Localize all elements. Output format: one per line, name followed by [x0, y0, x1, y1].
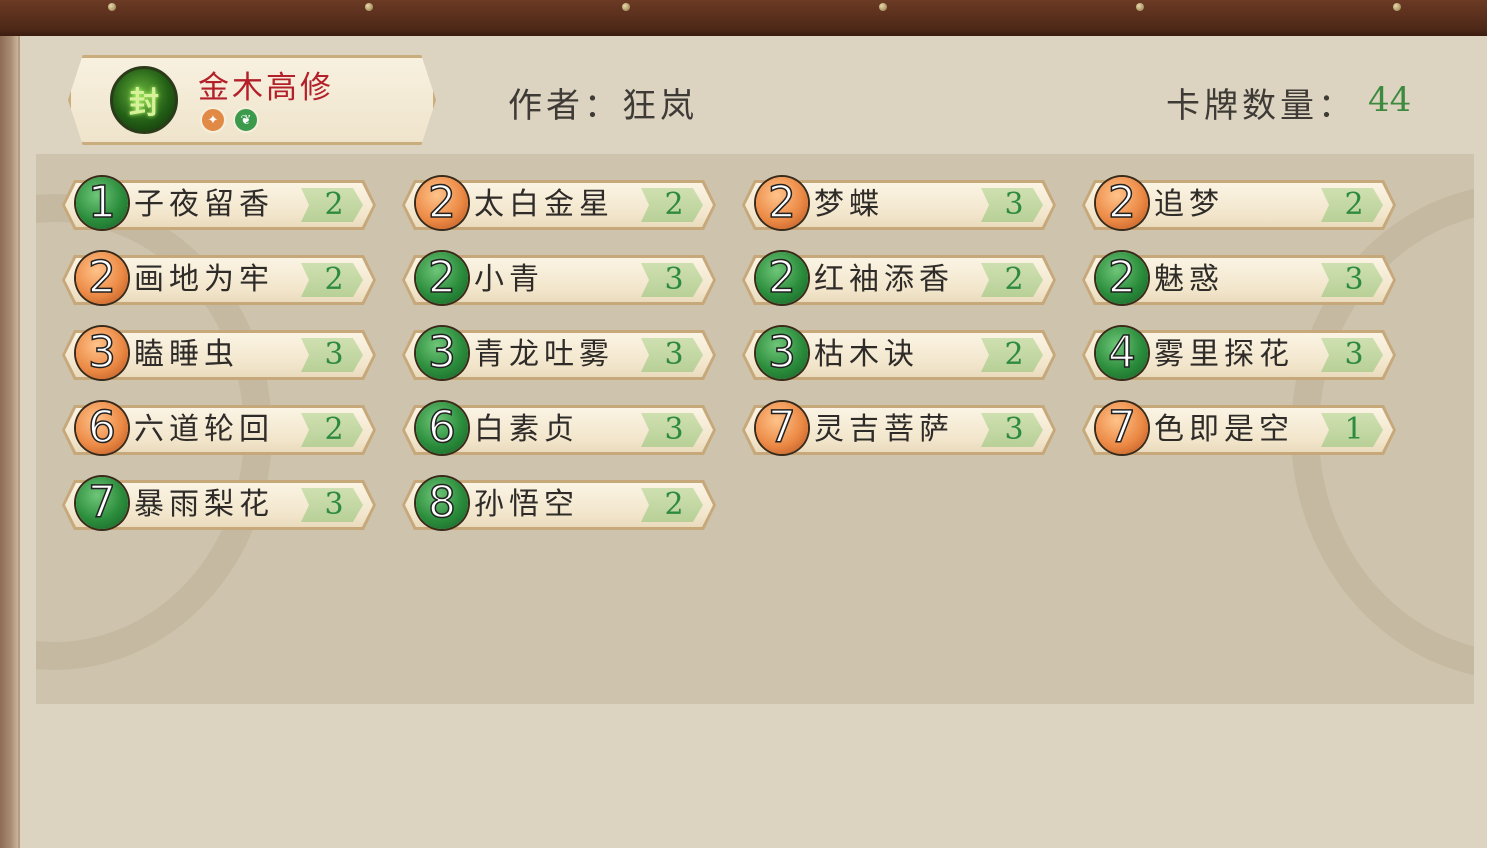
- card-cost-icon: 2: [1096, 252, 1148, 304]
- wood-element-icon: ❦: [233, 107, 259, 133]
- card-cost-icon: 7: [76, 477, 128, 529]
- rivet-icon: [1136, 3, 1144, 11]
- card-entry[interactable]: 1 色即是空 7: [1082, 402, 1396, 455]
- card-cost-icon: 8: [416, 477, 468, 529]
- card-entry[interactable]: 2 六道轮回 6: [62, 402, 376, 455]
- card-copies: 3: [324, 337, 344, 372]
- card-copies: 2: [324, 412, 344, 447]
- card-entry[interactable]: 2 画地为牢 2: [62, 252, 376, 305]
- card-copies: 3: [664, 262, 684, 297]
- card-name: 暴雨梨花: [134, 487, 274, 522]
- card-count-label: 卡牌数量：: [1166, 86, 1356, 126]
- card-name: 孙悟空: [474, 487, 579, 522]
- rivet-icon: [365, 3, 373, 11]
- card-copies: 2: [664, 187, 684, 222]
- deck-author: 作者：狂岚: [508, 86, 698, 126]
- card-cost-icon: 2: [756, 177, 808, 229]
- card-cost-icon: 2: [416, 252, 468, 304]
- card-entry[interactable]: 2 孙悟空 8: [402, 477, 716, 530]
- rivet-icon: [879, 3, 887, 11]
- card-name: 画地为牢: [134, 262, 274, 297]
- card-name: 白素贞: [474, 412, 579, 447]
- card-copies: 2: [664, 487, 684, 522]
- card-cost-icon: 7: [1096, 402, 1148, 454]
- card-name: 太白金星: [474, 187, 614, 222]
- card-name: 灵吉菩萨: [814, 412, 954, 447]
- card-copies: 3: [1344, 262, 1364, 297]
- card-copies: 3: [324, 487, 344, 522]
- card-name: 六道轮回: [134, 412, 274, 447]
- card-entry[interactable]: 2 追梦 2: [1082, 177, 1396, 230]
- card-count-value: 44: [1368, 80, 1412, 120]
- card-name: 小青: [474, 262, 544, 297]
- card-entry[interactable]: 3 白素贞 6: [402, 402, 716, 455]
- card-cost-icon: 3: [76, 327, 128, 379]
- card-cost-icon: 2: [1096, 177, 1148, 229]
- card-cost-icon: 2: [416, 177, 468, 229]
- card-copies: 1: [1344, 412, 1364, 447]
- card-copies: 2: [1344, 187, 1364, 222]
- card-cost-icon: 7: [756, 402, 808, 454]
- card-cost-icon: 2: [76, 252, 128, 304]
- card-cost-icon: 3: [756, 327, 808, 379]
- card-entry[interactable]: 2 枯木诀 3: [742, 327, 1056, 380]
- card-copies: 3: [1004, 187, 1024, 222]
- card-name: 红袖添香: [814, 262, 954, 297]
- card-copies: 3: [664, 337, 684, 372]
- card-copies: 3: [1004, 412, 1024, 447]
- card-cost-icon: 4: [1096, 327, 1148, 379]
- top-wooden-bar: [0, 0, 1487, 39]
- card-copies: 2: [324, 262, 344, 297]
- rivet-icon: [108, 3, 116, 11]
- card-entry[interactable]: 3 青龙吐雾 3: [402, 327, 716, 380]
- card-cost-icon: 6: [416, 402, 468, 454]
- card-entry[interactable]: 3 瞌睡虫 3: [62, 327, 376, 380]
- card-entry[interactable]: 2 红袖添香 2: [742, 252, 1056, 305]
- card-entry[interactable]: 3 梦蝶 2: [742, 177, 1056, 230]
- card-cost-icon: 3: [416, 327, 468, 379]
- card-name: 梦蝶: [814, 187, 884, 222]
- card-name: 雾里探花: [1154, 337, 1294, 372]
- card-entry[interactable]: 2 子夜留香 1: [62, 177, 376, 230]
- card-entry[interactable]: 3 魅惑 2: [1082, 252, 1396, 305]
- card-entry[interactable]: 3 雾里探花 4: [1082, 327, 1396, 380]
- card-cost-icon: 2: [756, 252, 808, 304]
- card-name: 追梦: [1154, 187, 1224, 222]
- card-cost-icon: 1: [76, 177, 128, 229]
- card-entry[interactable]: 3 暴雨梨花 7: [62, 477, 376, 530]
- card-name: 魅惑: [1154, 262, 1224, 297]
- card-copies: 3: [1344, 337, 1364, 372]
- deck-name: 金木高修: [198, 70, 334, 106]
- rivet-icon: [1393, 3, 1401, 11]
- card-name: 色即是空: [1154, 412, 1294, 447]
- left-frame: [0, 36, 20, 848]
- card-name: 子夜留香: [134, 187, 274, 222]
- card-copies: 2: [324, 187, 344, 222]
- card-copies: 2: [1004, 262, 1024, 297]
- seal-icon: 封: [110, 66, 178, 134]
- card-name: 青龙吐雾: [474, 337, 614, 372]
- card-entry[interactable]: 2 太白金星 2: [402, 177, 716, 230]
- card-entry[interactable]: 3 小青 2: [402, 252, 716, 305]
- card-copies: 3: [664, 412, 684, 447]
- card-entry[interactable]: 3 灵吉菩萨 7: [742, 402, 1056, 455]
- fire-element-icon: ✦: [200, 107, 226, 133]
- card-name: 枯木诀: [814, 337, 919, 372]
- card-name: 瞌睡虫: [134, 337, 239, 372]
- card-cost-icon: 6: [76, 402, 128, 454]
- rivet-icon: [622, 3, 630, 11]
- card-copies: 2: [1004, 337, 1024, 372]
